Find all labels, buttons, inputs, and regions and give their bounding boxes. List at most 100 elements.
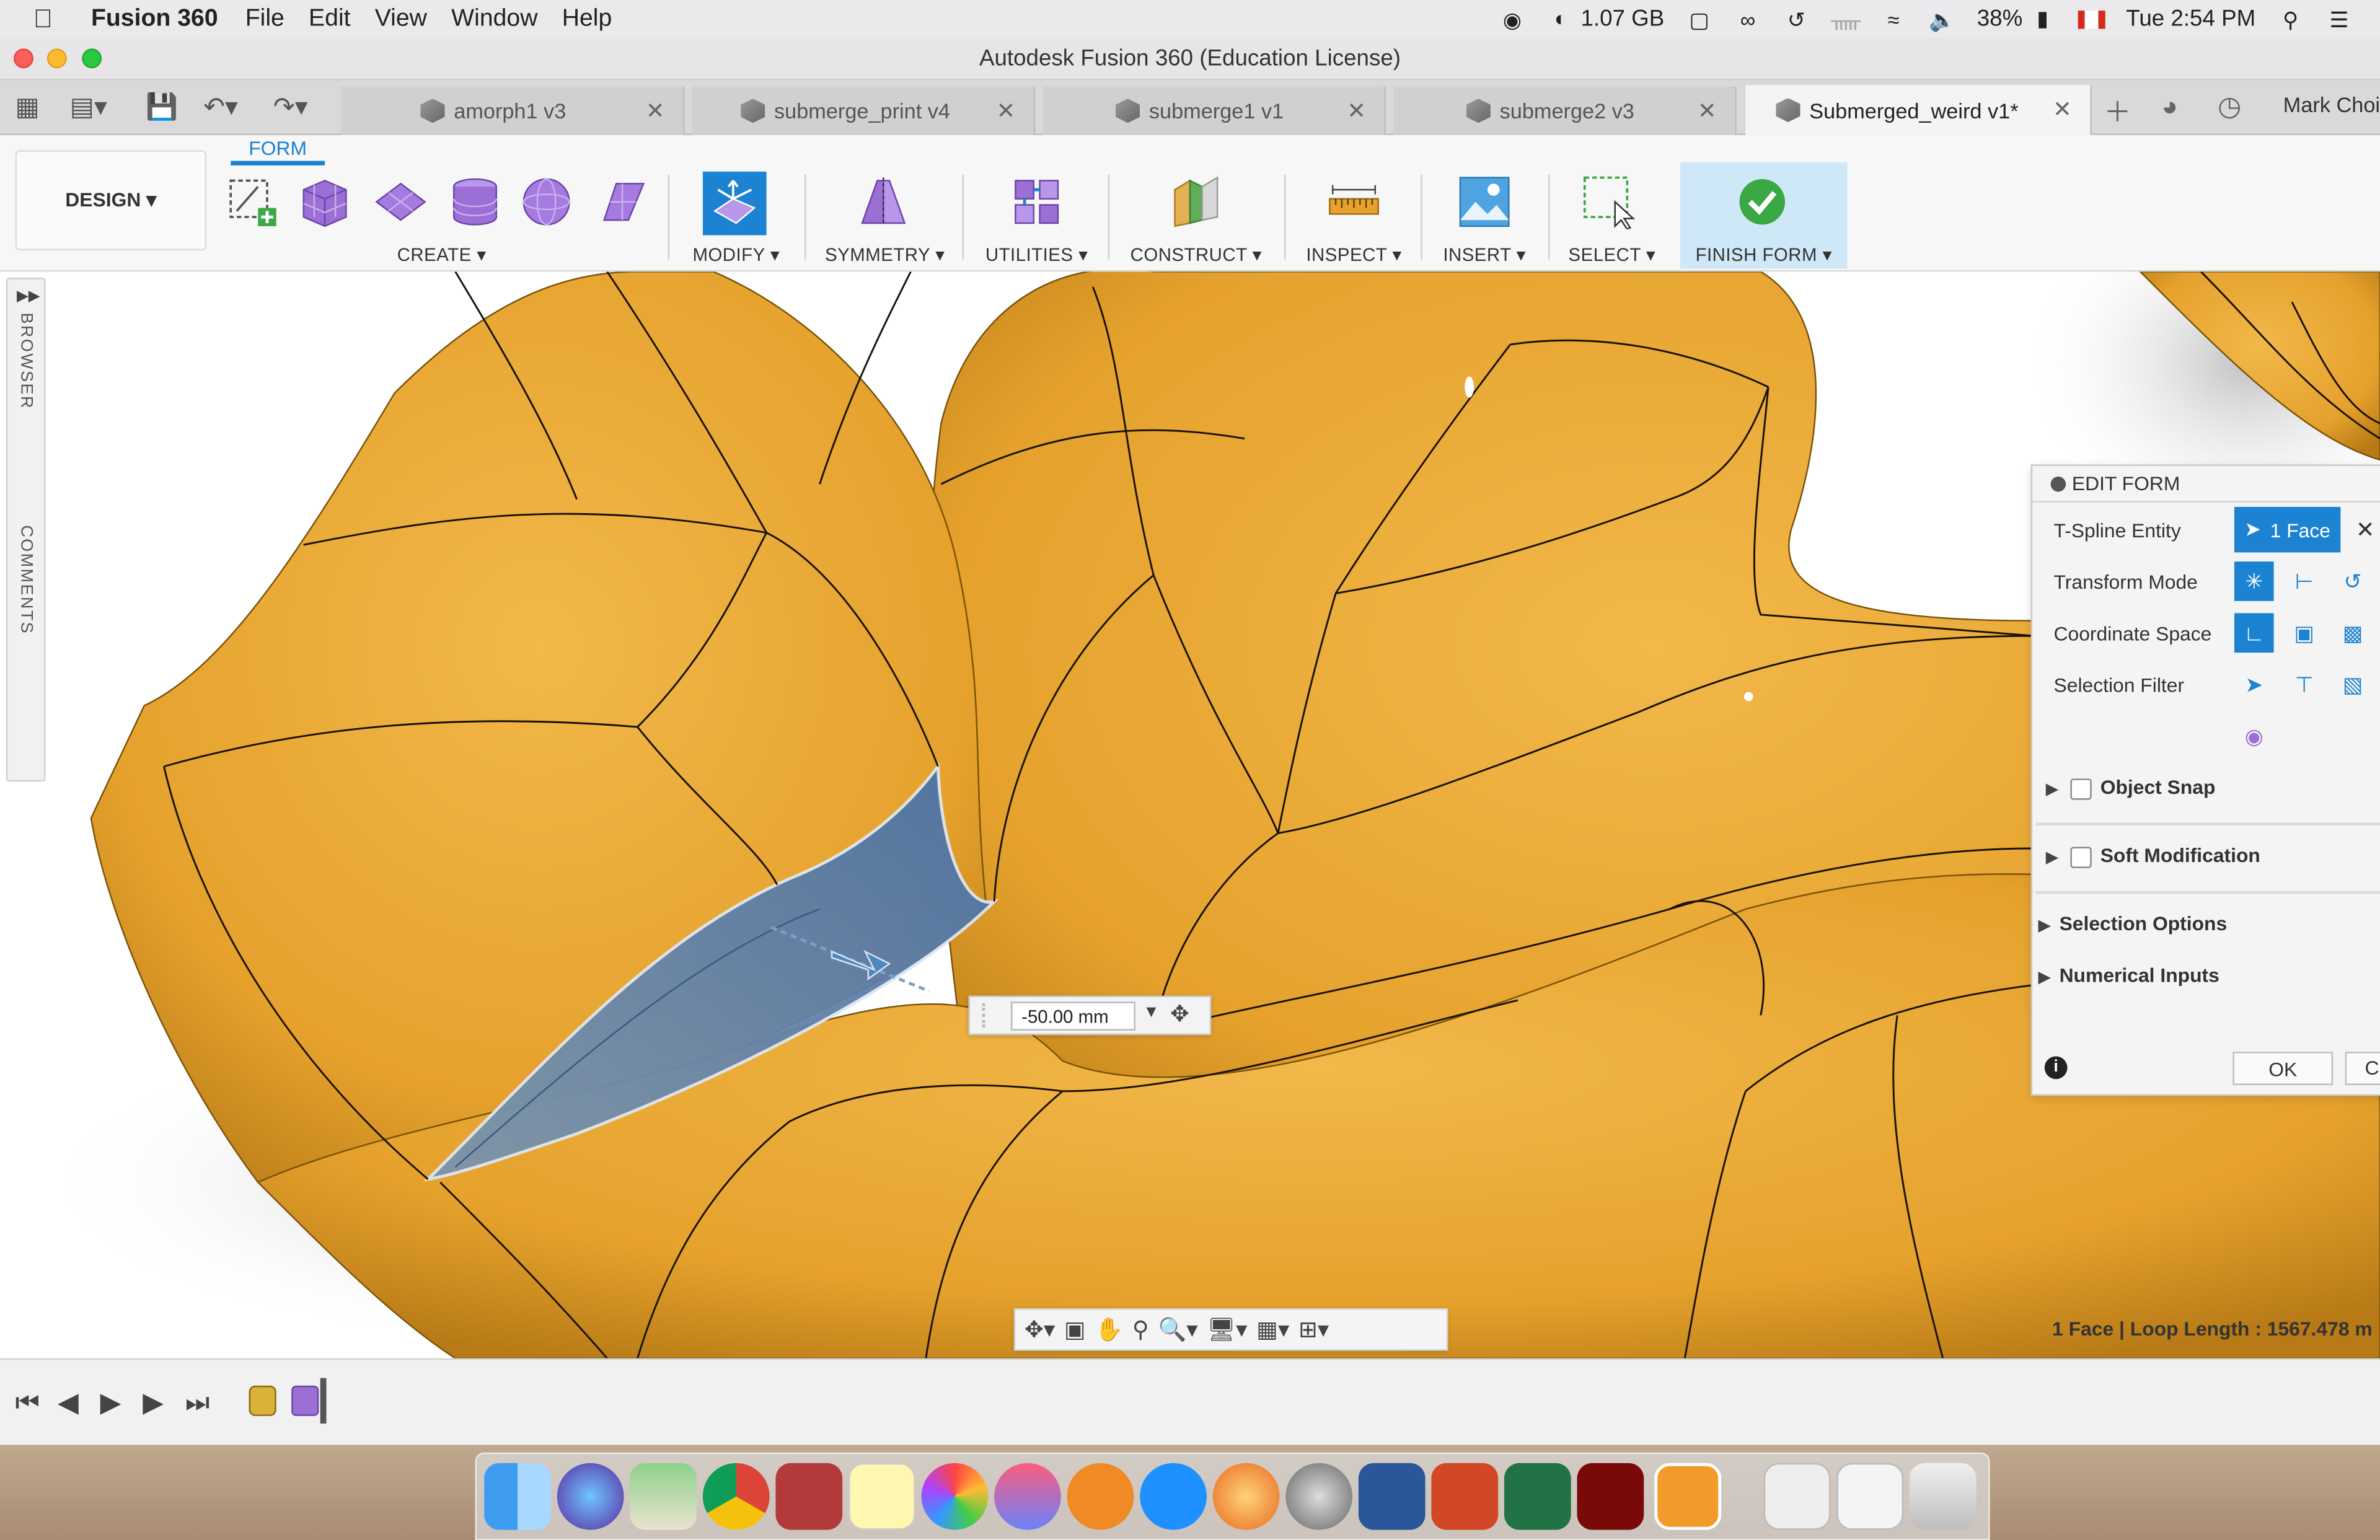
drag-handle-icon[interactable] [982,1003,997,1027]
tspline-model[interactable] [0,271,2380,1358]
menu-window[interactable]: Window [451,6,537,33]
fusion360-icon[interactable] [1654,1463,1722,1530]
timeline-marker[interactable] [320,1378,327,1424]
new-tab-plus-icon[interactable]: ＋ [2104,91,2131,131]
menu-edit[interactable]: Edit [309,6,351,33]
world-space-icon[interactable]: ∟ [2234,613,2274,653]
tab-submerge2[interactable]: submerge2 v3 ✕ [1393,86,1737,135]
edit-form-icon[interactable] [702,171,767,235]
insert-group[interactable]: INSERT ▾ [1430,162,1539,268]
construct-plane-icon[interactable] [1169,175,1223,229]
grid-settings-icon[interactable]: ▦▾ [1256,1316,1289,1344]
canada-flag-icon[interactable] [2077,9,2105,29]
collapse-icon[interactable] [2050,475,2066,491]
help-clock-icon[interactable]: ◷ [2218,91,2241,123]
menu-file[interactable]: File [245,6,284,33]
notification-center-icon[interactable]: ☰ [2325,7,2353,31]
quadball-icon[interactable] [595,175,650,229]
excel-icon[interactable] [1504,1463,1571,1530]
distance-input[interactable] [1011,1001,1135,1031]
insert-image-icon[interactable] [1457,175,1512,229]
workspace-switcher[interactable]: DESIGN ▾ [15,150,207,251]
ok-button[interactable]: OK [2232,1052,2334,1086]
data-panel-grid-icon[interactable]: ▦ [15,92,39,123]
box-icon[interactable] [298,175,352,229]
expand-triangle-icon[interactable]: ▶ [2046,781,2058,798]
cylinder-icon[interactable] [447,175,502,229]
close-tab-icon[interactable]: ✕ [2053,95,2072,123]
tspline-entity-selector[interactable]: ➤ 1 Face [2234,506,2341,553]
app-menu[interactable]: Fusion 360 [91,6,218,33]
expand-triangle-icon[interactable]: ▶ [2038,918,2050,935]
modify-group[interactable]: MODIFY ▾ [677,162,795,268]
browser-label[interactable]: BROWSER [17,312,35,409]
multi-transform-icon[interactable]: ✳ [2234,561,2274,601]
symmetry-group[interactable]: SYMMETRY ▾ [814,162,956,268]
panel-header[interactable]: EDIT FORM [2032,466,2380,503]
time-machine-icon[interactable]: ↺ [1783,7,1810,31]
system-preferences-icon[interactable] [1285,1463,1353,1530]
bluetooth-icon[interactable]: ᚅ [1831,7,1861,31]
soft-modification-checkbox[interactable] [2069,846,2091,868]
symmetry-icon[interactable] [856,175,910,229]
timeline-feature-icon[interactable] [249,1385,276,1416]
siri-icon[interactable] [557,1463,624,1530]
numerical-inputs-row[interactable]: ▶ Numerical Inputs [2032,964,2380,987]
expand-triangle-icon[interactable]: ▶ [2046,850,2058,866]
tab-form[interactable]: FORM [231,135,325,165]
close-tab-icon[interactable]: ✕ [997,97,1016,125]
finish-form-group[interactable]: FINISH FORM ▾ [1680,162,1848,269]
go-to-start-icon[interactable]: ⏮ [15,1387,40,1419]
word-icon[interactable] [1358,1463,1426,1530]
close-tab-icon[interactable]: ✕ [646,97,665,125]
spotlight-search-icon[interactable]: ⚲ [2276,7,2304,31]
creative-cloud-icon[interactable]: ◉ [1499,7,1526,31]
step-back-icon[interactable]: ◀ [58,1387,79,1419]
battery-status[interactable]: 38% ▮ [1977,6,2056,32]
menu-help[interactable]: Help [562,6,612,33]
play-icon[interactable]: ▶ [100,1387,121,1419]
object-snap-row[interactable]: ▶ Object Snap [2032,775,2380,799]
zoom-icon[interactable]: ⚲ [1132,1316,1149,1344]
look-at-icon[interactable]: ▣ [1064,1316,1086,1344]
viewports-icon[interactable]: ⊞▾ [1298,1316,1329,1344]
memory-status[interactable]: ◐ 1.07 GB [1547,6,1664,32]
comments-label[interactable]: COMMENTS [17,525,35,635]
expand-triangle-icon[interactable]: ▶ [2038,970,2050,987]
itunes-icon[interactable] [994,1463,1061,1530]
step-forward-icon[interactable]: ▶ [143,1387,164,1419]
edge-filter-icon[interactable]: ⊤ [2285,665,2324,705]
photo-booth-icon[interactable] [775,1463,843,1530]
photos-icon[interactable] [921,1463,989,1530]
notes-icon[interactable] [848,1463,915,1530]
display-settings-icon[interactable]: 🖥▾ [1207,1316,1247,1344]
chrome-icon[interactable] [702,1463,770,1530]
go-to-end-icon[interactable]: ⏭ [185,1387,210,1419]
create-group[interactable]: CREATE ▾ [222,162,662,268]
utilities-group[interactable]: UTILITIES ▾ [971,162,1102,268]
app-store-icon[interactable] [1140,1463,1207,1530]
wifi-icon[interactable]: ≈ [1880,7,1907,31]
soft-modification-row[interactable]: ▶ Soft Modification [2032,844,2380,868]
measure-ruler-icon[interactable] [1326,175,1381,229]
select-window-icon[interactable] [1582,175,1636,229]
cancel-button[interactable]: Ca [2345,1052,2380,1086]
plane-icon[interactable] [373,175,428,229]
expand-arrow-icon[interactable]: ▶▶ [17,288,40,305]
canvas-viewport[interactable] [0,271,2380,1358]
close-tab-icon[interactable]: ✕ [1347,97,1366,125]
timeline-form-icon[interactable] [291,1385,319,1416]
infinity-icon[interactable]: ∞ [1734,7,1761,31]
face-filter-icon[interactable]: ▧ [2333,665,2373,705]
select-group[interactable]: SELECT ▾ [1558,162,1667,268]
finder-icon[interactable] [484,1463,551,1530]
browser-sidebar[interactable]: ▶▶ BROWSER COMMENTS [6,278,46,782]
clock[interactable]: Tue 2:54 PM [2126,6,2255,32]
powerpoint-icon[interactable] [1431,1463,1499,1530]
finish-check-icon[interactable] [1735,175,1789,229]
apple-icon[interactable]:  [33,4,64,34]
trash-icon[interactable] [1909,1463,1977,1530]
tab-amorph1[interactable]: amorph1 v3 ✕ [342,86,685,135]
fit-zoom-icon[interactable]: 🔍▾ [1158,1316,1198,1344]
rotate-icon[interactable]: ↺ [2333,561,2373,601]
